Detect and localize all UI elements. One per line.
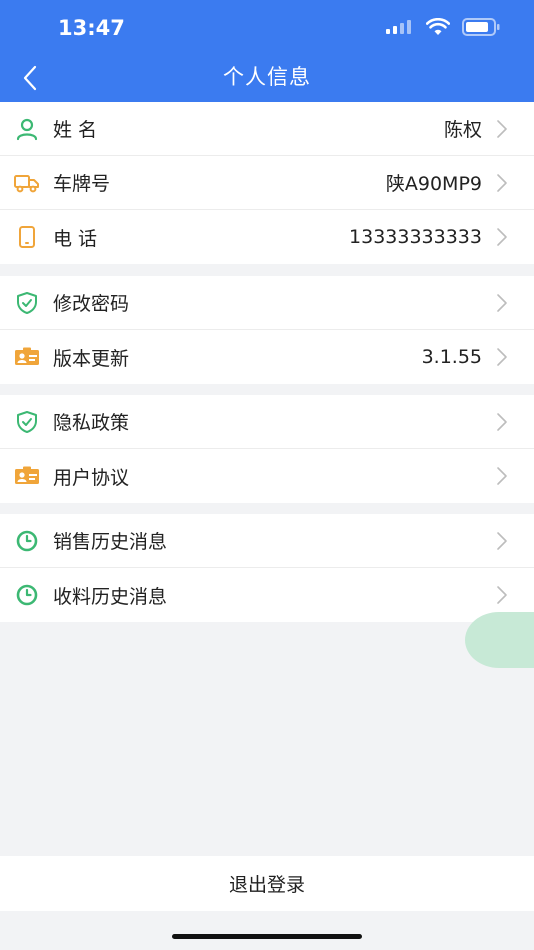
logout-button[interactable]: 退出登录 [0, 856, 534, 911]
battery-icon [462, 18, 500, 36]
id-card-icon [14, 463, 40, 489]
shield-check-icon [14, 290, 40, 316]
account-group: 修改密码 版本更新 3.1.55 [0, 276, 534, 384]
history-group: 销售历史消息 收料历史消息 [0, 514, 534, 622]
shield-check-icon [14, 409, 40, 435]
chevron-right-icon [494, 227, 510, 247]
row-phone[interactable]: 电 话 13333333333 [0, 210, 534, 264]
row-value: 13333333333 [349, 226, 482, 248]
row-name[interactable]: 姓 名 陈权 [0, 102, 534, 156]
chevron-right-icon [494, 412, 510, 432]
row-label: 车牌号 [53, 173, 111, 195]
status-time: 13:47 [58, 16, 125, 40]
row-label: 修改密码 [53, 293, 130, 315]
row-change-password[interactable]: 修改密码 [0, 276, 534, 330]
row-label: 版本更新 [53, 347, 130, 370]
row-value: 3.1.55 [421, 346, 482, 368]
chevron-right-icon [494, 347, 510, 367]
phone-icon [14, 224, 40, 250]
chevron-right-icon [494, 585, 510, 605]
chevron-right-icon [494, 531, 510, 551]
wifi-icon [426, 18, 450, 35]
row-plate[interactable]: 车牌号 陕A90MP9 [0, 156, 534, 210]
row-label: 姓 名 [53, 119, 98, 141]
id-card-icon [14, 344, 40, 370]
row-label: 销售历史消息 [53, 531, 168, 553]
chevron-right-icon [494, 293, 510, 313]
row-value: 陈权 [443, 119, 482, 141]
cellular-signal-icon [386, 20, 411, 34]
row-privacy-policy[interactable]: 隐私政策 [0, 395, 534, 449]
floating-assistive-button[interactable] [465, 612, 534, 668]
policy-group: 隐私政策 用户协议 [0, 395, 534, 503]
row-user-agreement[interactable]: 用户协议 [0, 449, 534, 503]
row-label: 收料历史消息 [53, 585, 168, 608]
row-receiving-history[interactable]: 收料历史消息 [0, 568, 534, 622]
clock-icon [14, 582, 40, 608]
header-bar: 13:47 个人信息 [0, 0, 534, 102]
row-label: 电 话 [53, 227, 98, 250]
page-title: 个人信息 [223, 65, 311, 89]
status-icons [386, 18, 500, 36]
chevron-right-icon [494, 173, 510, 193]
row-sales-history[interactable]: 销售历史消息 [0, 514, 534, 568]
row-version-update[interactable]: 版本更新 3.1.55 [0, 330, 534, 384]
clock-icon [14, 528, 40, 554]
row-label: 隐私政策 [53, 412, 130, 434]
profile-group: 姓 名 陈权 车牌号 陕A90MP9 电 话 13333333333 [0, 102, 534, 264]
chevron-right-icon [494, 466, 510, 486]
person-icon [14, 116, 40, 142]
chevron-right-icon [494, 119, 510, 139]
home-indicator [172, 934, 362, 939]
row-label: 用户协议 [53, 466, 130, 489]
row-value: 陕A90MP9 [385, 173, 482, 195]
truck-icon [14, 170, 40, 196]
